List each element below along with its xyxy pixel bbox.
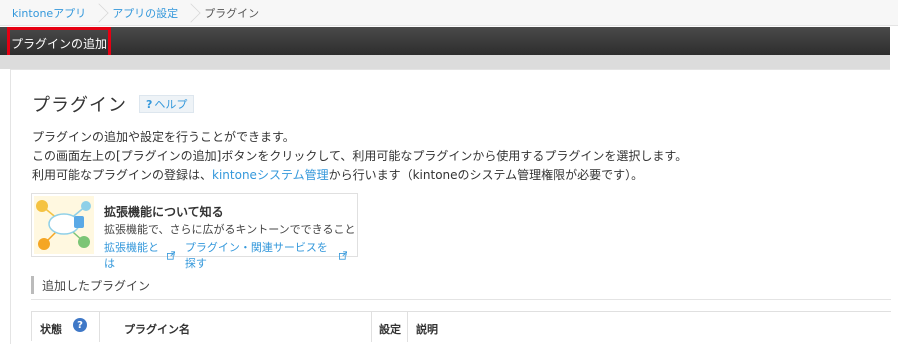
main-panel: プラグイン ? ヘルプ プラグインの追加や設定を行うことができます。 この画面左…: [10, 69, 891, 344]
section-divider: [31, 299, 891, 300]
plugins-table-header: 状態 ? プラグイン名 設定 説明: [31, 311, 891, 342]
system-admin-link[interactable]: kintoneシステム管理: [212, 168, 329, 182]
column-separator: [371, 312, 372, 342]
breadcrumb-item-apps[interactable]: kintoneアプリ: [12, 0, 86, 26]
breadcrumb-link-apps[interactable]: kintoneアプリ: [12, 5, 86, 21]
column-plugin-name: プラグイン名: [124, 323, 190, 336]
find-plugins-label: プラグイン・関連サービスを探す: [184, 241, 328, 270]
promo-title: 拡張機能について知る: [104, 205, 224, 219]
description-line-3-prefix: 利用可能なプラグインの登録は、: [32, 168, 213, 182]
breadcrumb-item-app-settings[interactable]: アプリの設定: [112, 0, 178, 26]
added-plugins-heading: 追加したプラグイン: [31, 276, 150, 294]
breadcrumb: kintoneアプリ アプリの設定 プラグイン: [0, 0, 898, 26]
breadcrumb-item-plugins: プラグイン: [204, 0, 259, 26]
page-description: プラグインの追加や設定を行うことができます。 この画面左上の[プラグインの追加]…: [32, 128, 687, 185]
column-separator: [407, 312, 408, 342]
description-line-2: この画面左上の[プラグインの追加]ボタンをクリックして、利用可能なプラグインから…: [32, 149, 688, 163]
what-are-extensions-link[interactable]: 拡張機能とは: [104, 239, 175, 271]
toolbar: プラグインの追加: [0, 27, 890, 59]
column-separator: [99, 312, 100, 342]
promo-subtitle: 拡張機能で、さらに広がるキントーンでできること: [104, 223, 356, 236]
breadcrumb-current: プラグイン: [204, 6, 260, 20]
what-are-extensions-label: 拡張機能とは: [104, 241, 159, 270]
extensions-promo-card: 拡張機能について知る 拡張機能で、さらに広がるキントーンでできること 拡張機能と…: [31, 193, 358, 270]
column-description: 説明: [416, 323, 438, 336]
page-title: プラグイン: [32, 95, 127, 116]
breadcrumb-link-app-settings[interactable]: アプリの設定: [112, 5, 178, 21]
column-status: 状態: [40, 323, 62, 336]
breadcrumb-separator: [86, 0, 112, 26]
extensions-illustration-icon: [34, 196, 94, 254]
external-link-icon: [338, 250, 347, 260]
description-line-3-suffix: から行います（kintoneのシステム管理権限が必要です）。: [328, 168, 644, 182]
help-label: ヘルプ: [154, 98, 188, 111]
toolbar-shadow-band: [0, 55, 890, 69]
external-link-icon: [166, 250, 175, 260]
question-circle-icon[interactable]: ?: [73, 318, 87, 332]
column-settings: 設定: [379, 323, 401, 336]
description-line-1: プラグインの追加や設定を行うことができます。: [32, 130, 295, 144]
breadcrumb-separator: [178, 0, 204, 26]
question-icon: ?: [146, 97, 153, 111]
promo-links: 拡張機能とは プラグイン・関連サービスを探す: [104, 239, 357, 271]
find-plugins-link[interactable]: プラグイン・関連サービスを探す: [185, 239, 347, 271]
title-row: プラグイン ? ヘルプ: [32, 91, 195, 117]
description-line-3: 利用可能なプラグインの登録は、kintoneシステム管理から行います（kinto…: [32, 166, 687, 185]
help-button[interactable]: ? ヘルプ: [139, 95, 195, 113]
